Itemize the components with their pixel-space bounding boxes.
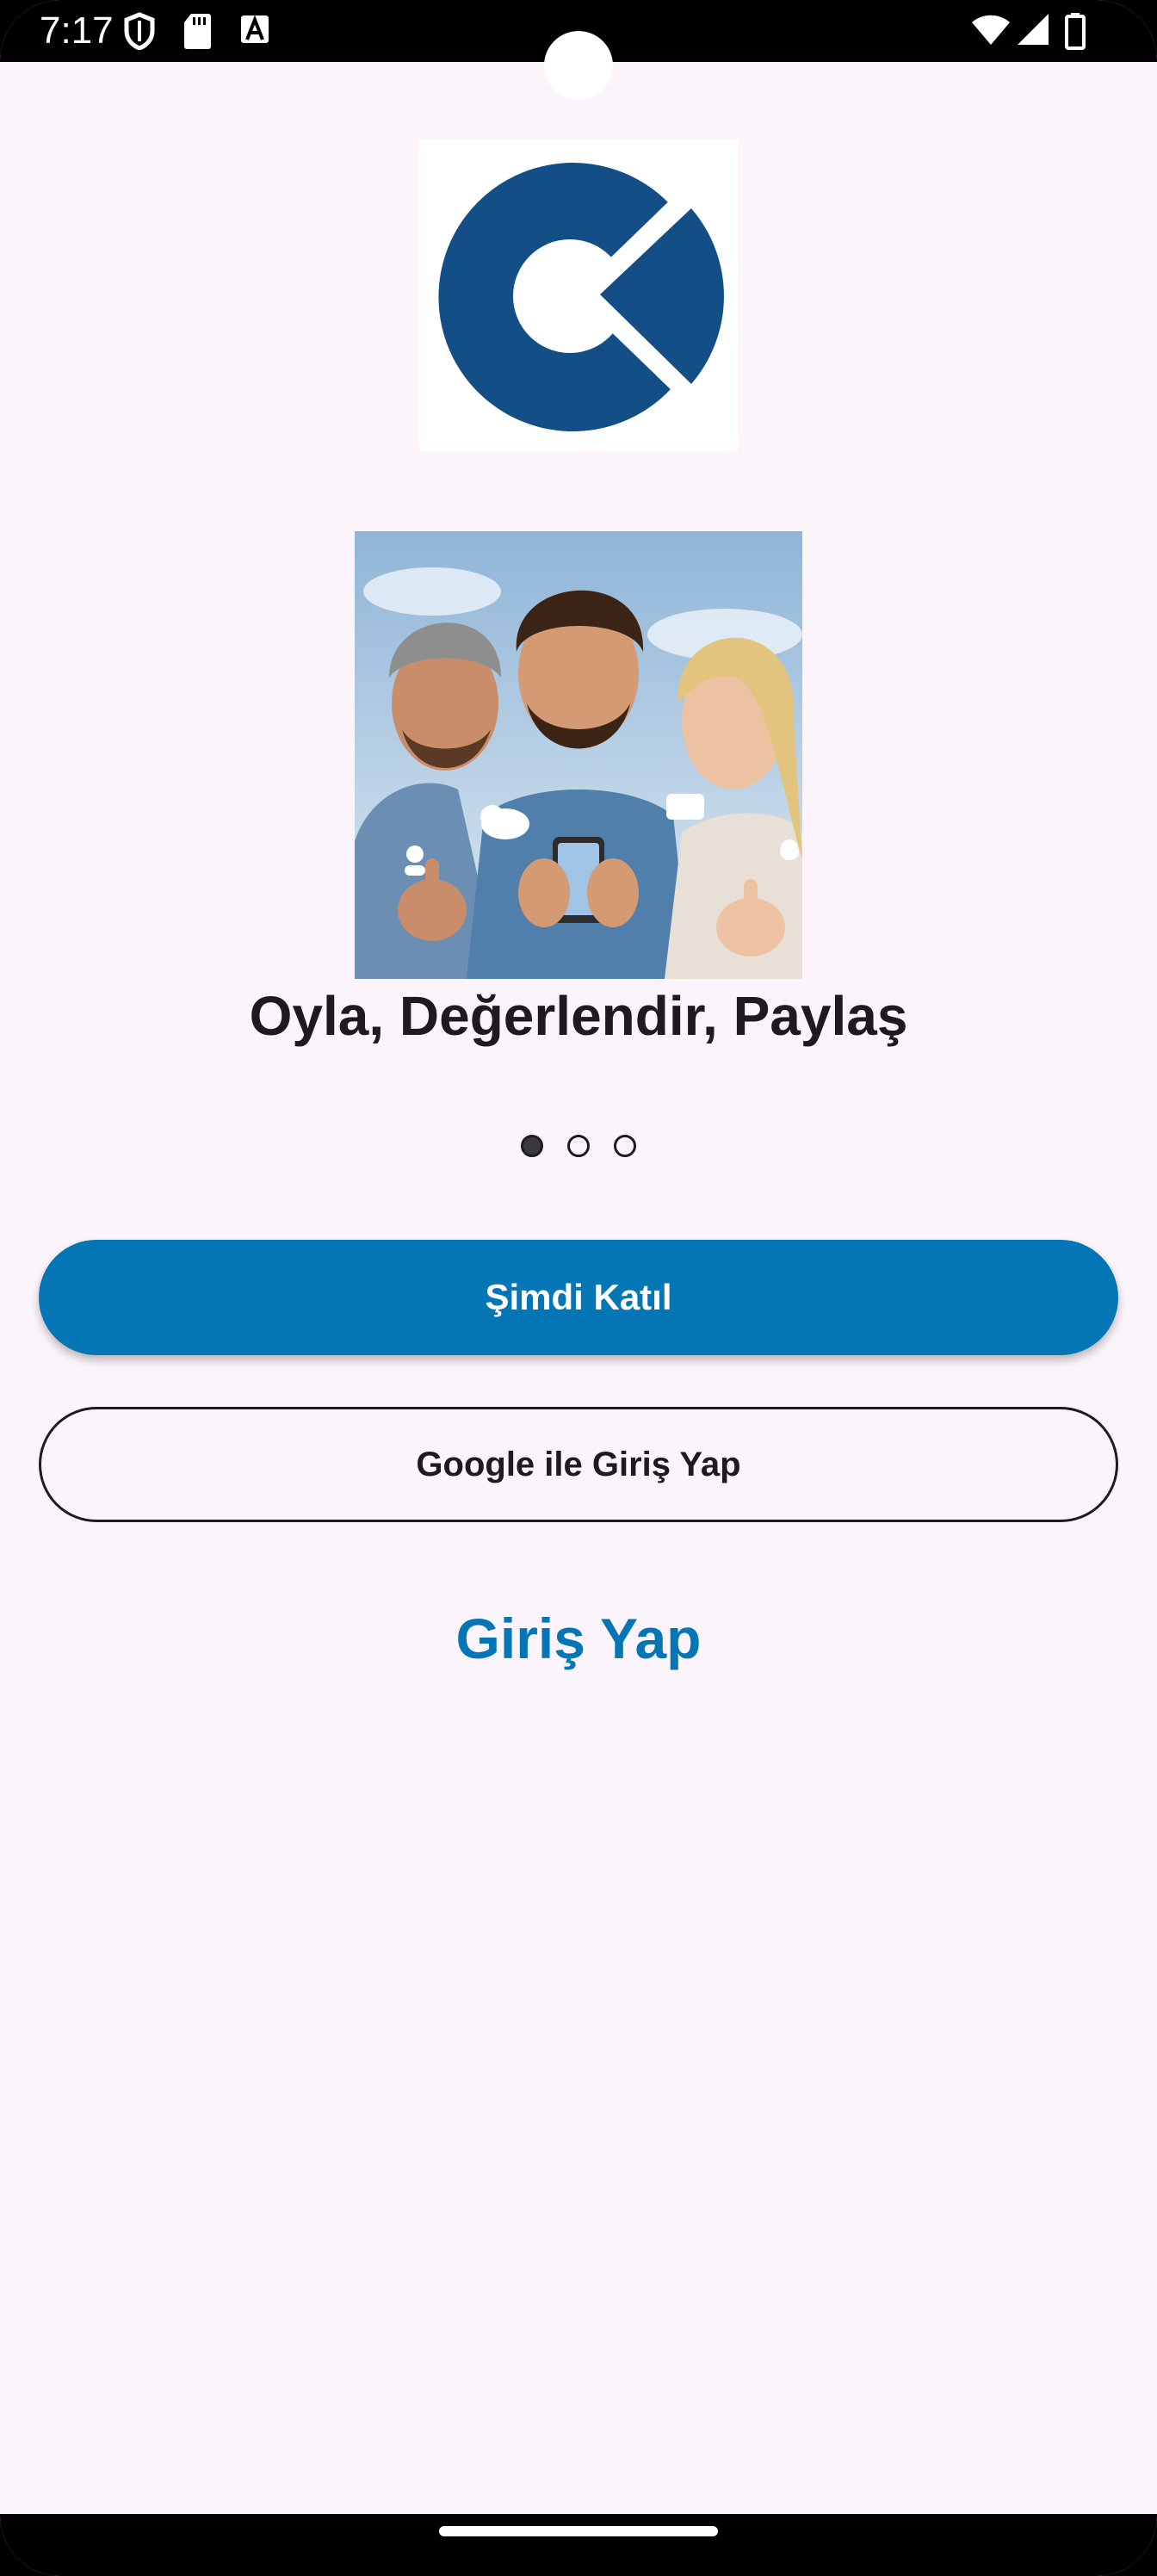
login-link[interactable]: Giriş Yap — [0, 1601, 1157, 1675]
home-gesture-handle[interactable] — [439, 2526, 718, 2536]
shield-icon — [124, 12, 155, 50]
page-dot-2[interactable] — [567, 1135, 590, 1157]
signal-icon — [1018, 14, 1049, 45]
font-icon — [241, 15, 269, 43]
wifi-icon — [972, 15, 1010, 45]
hero-caption: Oyla, Değerlendir, Paylaş — [249, 985, 908, 1047]
app-logo-icon — [438, 163, 724, 432]
friends-with-smartphone-illustration — [355, 531, 802, 979]
sd-card-icon — [184, 14, 211, 49]
status-time: 7:17 — [40, 9, 114, 52]
app-logo — [419, 139, 738, 451]
google-login-button[interactable]: Google ile Giriş Yap — [39, 1407, 1118, 1522]
battery-icon — [1065, 13, 1086, 50]
hero-image — [355, 531, 802, 979]
page-dot-1[interactable] — [521, 1135, 543, 1157]
page-dot-3[interactable] — [614, 1135, 636, 1157]
page-indicator — [0, 1135, 1157, 1162]
join-now-button[interactable]: Şimdi Katıl — [39, 1240, 1118, 1355]
camera-cutout — [544, 31, 613, 100]
navigation-bar — [0, 2514, 1157, 2576]
onboarding-screen: 7:17 Oyla, Değerlendir, Paylaş Şimdi Kat… — [0, 0, 1157, 2576]
